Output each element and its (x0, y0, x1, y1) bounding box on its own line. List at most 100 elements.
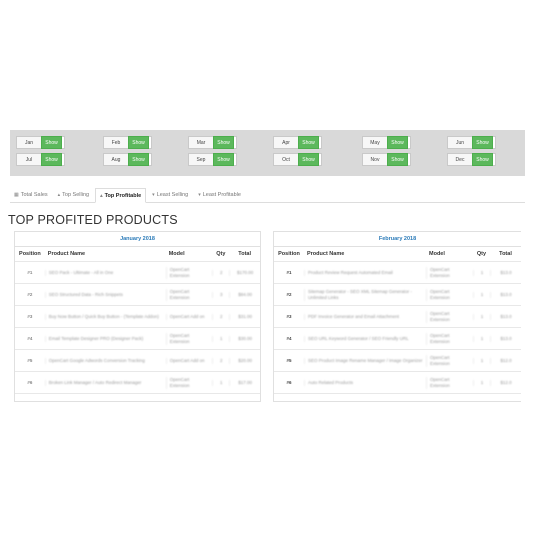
toggle-handle[interactable] (408, 136, 411, 149)
toggle-handle[interactable] (319, 153, 322, 166)
arrow-up-icon: ▴ (100, 192, 103, 199)
month-toggle-mar[interactable]: Mar Show (188, 136, 237, 149)
column-header-total: Total (238, 251, 251, 257)
month-label: Sep (188, 153, 213, 166)
position-cell: #6 (286, 380, 292, 385)
month-toggle-may[interactable]: May Show (362, 136, 411, 149)
tab-least-profitable[interactable]: ▾ Least Profitable (194, 187, 245, 202)
column-header-position: Position (278, 251, 300, 257)
table-row: #2 Sitemap Generator - SEO XML Sitemap Ge… (274, 284, 521, 306)
show-toggle-button[interactable]: Show (472, 153, 493, 166)
total-cell: $84.00 (229, 291, 260, 298)
qty-cell: 3 (212, 291, 229, 298)
month-toggle-jul[interactable]: Jul Show (16, 153, 65, 166)
total-cell: $31.00 (229, 313, 260, 320)
qty-cell: 1 (212, 379, 229, 386)
qty-cell: 1 (473, 335, 490, 342)
month-toggle-sep[interactable]: Sep Show (188, 153, 237, 166)
toggle-handle[interactable] (493, 153, 496, 166)
toggle-handle[interactable] (234, 153, 237, 166)
report-table-february: February 2018 Position Product Name Model Qt… (273, 231, 521, 402)
column-header-product-name: Product Name (47, 251, 86, 257)
total-cell: $20.00 (229, 357, 260, 364)
bar-chart-icon: ▦ (14, 191, 19, 198)
qty-cell: 1 (212, 335, 229, 342)
toggle-handle[interactable] (149, 136, 152, 149)
month-toggle-feb[interactable]: Feb Show (103, 136, 152, 149)
table-header-row: Position Product Name Model Qty Total (274, 247, 521, 262)
tab-total-sales[interactable]: ▦ Total Sales (10, 187, 52, 202)
table-row: #5 SEO Product Image Rename Manager / Ima… (274, 350, 521, 372)
position-cell: #3 (27, 314, 33, 319)
month-label: Jul (16, 153, 41, 166)
total-cell: $13.0 (490, 269, 521, 276)
show-toggle-button[interactable]: Show (298, 153, 319, 166)
toggle-handle[interactable] (62, 153, 65, 166)
month-label: Jun (447, 136, 472, 149)
table-row: #6 Auto Related Products OpenCart Extensio… (274, 372, 521, 394)
product-name-cell: Sitemap Generator - SEO XML Sitemap Gene… (304, 288, 426, 301)
column-header-total: Total (499, 251, 512, 257)
position-cell: #4 (286, 336, 292, 341)
column-header-qty: Qty (476, 251, 487, 257)
show-toggle-button[interactable]: Show (128, 136, 149, 149)
product-name-cell: SEO Pack - Ultimate - All in One (44, 269, 166, 276)
toggle-handle[interactable] (493, 136, 496, 149)
tab-label: Least Profitable (202, 191, 241, 198)
table-row: #5 OpenCart Google Adwords Conversion Tra… (15, 350, 260, 372)
qty-cell: 2 (212, 357, 229, 364)
month-toggle-apr[interactable]: Apr Show (273, 136, 322, 149)
position-cell: #2 (27, 292, 33, 297)
product-name-cell: OpenCart Google Adwords Conversion Track… (44, 357, 166, 364)
month-toggle-nov[interactable]: Nov Show (362, 153, 411, 166)
product-name-cell: Broken Link Manager / Auto Redirect Mana… (44, 379, 166, 386)
show-toggle-button[interactable]: Show (128, 153, 149, 166)
month-toggle-oct[interactable]: Oct Show (273, 153, 322, 166)
show-toggle-button[interactable]: Show (213, 153, 234, 166)
tab-top-profitable[interactable]: ▴ Top Profitable (95, 188, 147, 203)
product-name-cell: Product Review Request Automated Email (304, 269, 426, 276)
page-title: TOP PROFITED PRODUCTS (8, 213, 178, 227)
show-toggle-button[interactable]: Show (387, 153, 408, 166)
model-cell: OpenCart Extension (426, 266, 473, 279)
month-toggle-jun[interactable]: Jun Show (447, 136, 496, 149)
toggle-handle[interactable] (62, 136, 65, 149)
qty-cell: 1 (473, 357, 490, 364)
arrow-down-icon: ▾ (198, 191, 201, 198)
show-toggle-button[interactable]: Show (41, 136, 62, 149)
table-row: #4 Email Template Designer PRO (Designer … (15, 328, 260, 350)
position-cell: #5 (27, 358, 33, 363)
total-cell: $17.00 (229, 379, 260, 386)
month-label: Dec (447, 153, 472, 166)
month-toggle-jan[interactable]: Jan Show (16, 136, 65, 149)
tab-least-selling[interactable]: ▾ Least Selling (148, 187, 192, 202)
month-label: Jan (16, 136, 41, 149)
report-tabs: ▦ Total Sales ▴ Top Selling ▴ Top Profitable ▾… (10, 187, 525, 203)
model-cell: OpenCart Add on (165, 357, 213, 364)
product-name-cell: Buy Now Button / Quick Buy Button - (Tem… (44, 313, 166, 320)
month-label: Mar (188, 136, 213, 149)
table-row: #1 SEO Pack - Ultimate - All in One OpenCa… (15, 262, 260, 284)
table-row: #2 SEO Structured Data - Rich Snippets Ope… (15, 284, 260, 306)
show-toggle-button[interactable]: Show (41, 153, 62, 166)
toggle-handle[interactable] (319, 136, 322, 149)
column-header-qty: Qty (216, 251, 226, 257)
toggle-handle[interactable] (234, 136, 237, 149)
qty-cell: 1 (473, 269, 490, 276)
tab-top-selling[interactable]: ▴ Top Selling (54, 187, 93, 202)
column-header-position: Position (19, 251, 41, 257)
column-header-model: Model (168, 251, 185, 257)
show-toggle-button[interactable]: Show (213, 136, 234, 149)
model-cell: OpenCart Extension (165, 288, 213, 301)
qty-cell: 1 (473, 291, 490, 298)
tab-label: Least Selling (156, 191, 189, 198)
month-toggle-dec[interactable]: Dec Show (447, 153, 496, 166)
table-row: #3 PDF Invoice Generator and Email Attach… (274, 306, 521, 328)
toggle-handle[interactable] (149, 153, 152, 166)
show-toggle-button[interactable]: Show (298, 136, 319, 149)
month-toggle-aug[interactable]: Aug Show (103, 153, 152, 166)
total-cell: $170.00 (229, 269, 260, 276)
show-toggle-button[interactable]: Show (472, 136, 493, 149)
toggle-handle[interactable] (408, 153, 411, 166)
show-toggle-button[interactable]: Show (387, 136, 408, 149)
